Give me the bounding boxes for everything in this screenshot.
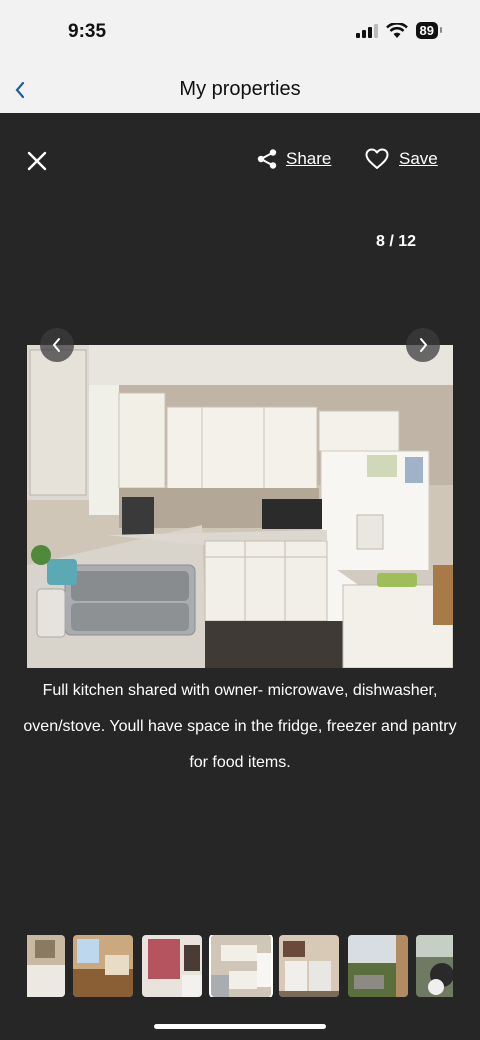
previous-photo-button[interactable] — [40, 328, 74, 362]
main-photo[interactable] — [27, 345, 453, 668]
top-bar: 9:35 89 My properties — [0, 0, 480, 113]
home-indicator — [154, 1024, 326, 1029]
photo-caption: Full kitchen shared with owner- microwav… — [23, 682, 457, 771]
signal-icon — [355, 23, 378, 38]
thumbnail[interactable] — [209, 935, 273, 997]
next-photo-button[interactable] — [406, 328, 440, 362]
status-time: 9:35 — [68, 21, 107, 42]
wifi-icon — [385, 22, 408, 38]
thumbnail[interactable] — [348, 935, 408, 997]
thumbnail[interactable] — [142, 935, 202, 997]
save-button[interactable]: Save — [365, 148, 438, 170]
photo-counter: 8 / 12 — [375, 233, 416, 250]
share-icon — [257, 149, 277, 169]
close-button[interactable] — [24, 148, 50, 174]
thumbnail-strip[interactable] — [27, 935, 453, 997]
thumbnail[interactable] — [416, 935, 453, 997]
save-label: Save — [399, 149, 438, 168]
thumbnail[interactable] — [279, 935, 339, 997]
share-button[interactable]: Share — [256, 148, 331, 170]
share-label: Share — [286, 149, 332, 168]
status-icons: 89 — [355, 22, 443, 39]
page-title: My properties — [179, 78, 301, 100]
battery-indicator: 89 — [415, 22, 443, 39]
chevron-left-icon — [52, 338, 60, 352]
thumbnail[interactable] — [73, 935, 133, 997]
close-icon — [27, 151, 47, 171]
heart-icon — [365, 148, 389, 169]
thumbnail[interactable] — [27, 935, 65, 997]
chevron-right-icon — [420, 338, 428, 352]
